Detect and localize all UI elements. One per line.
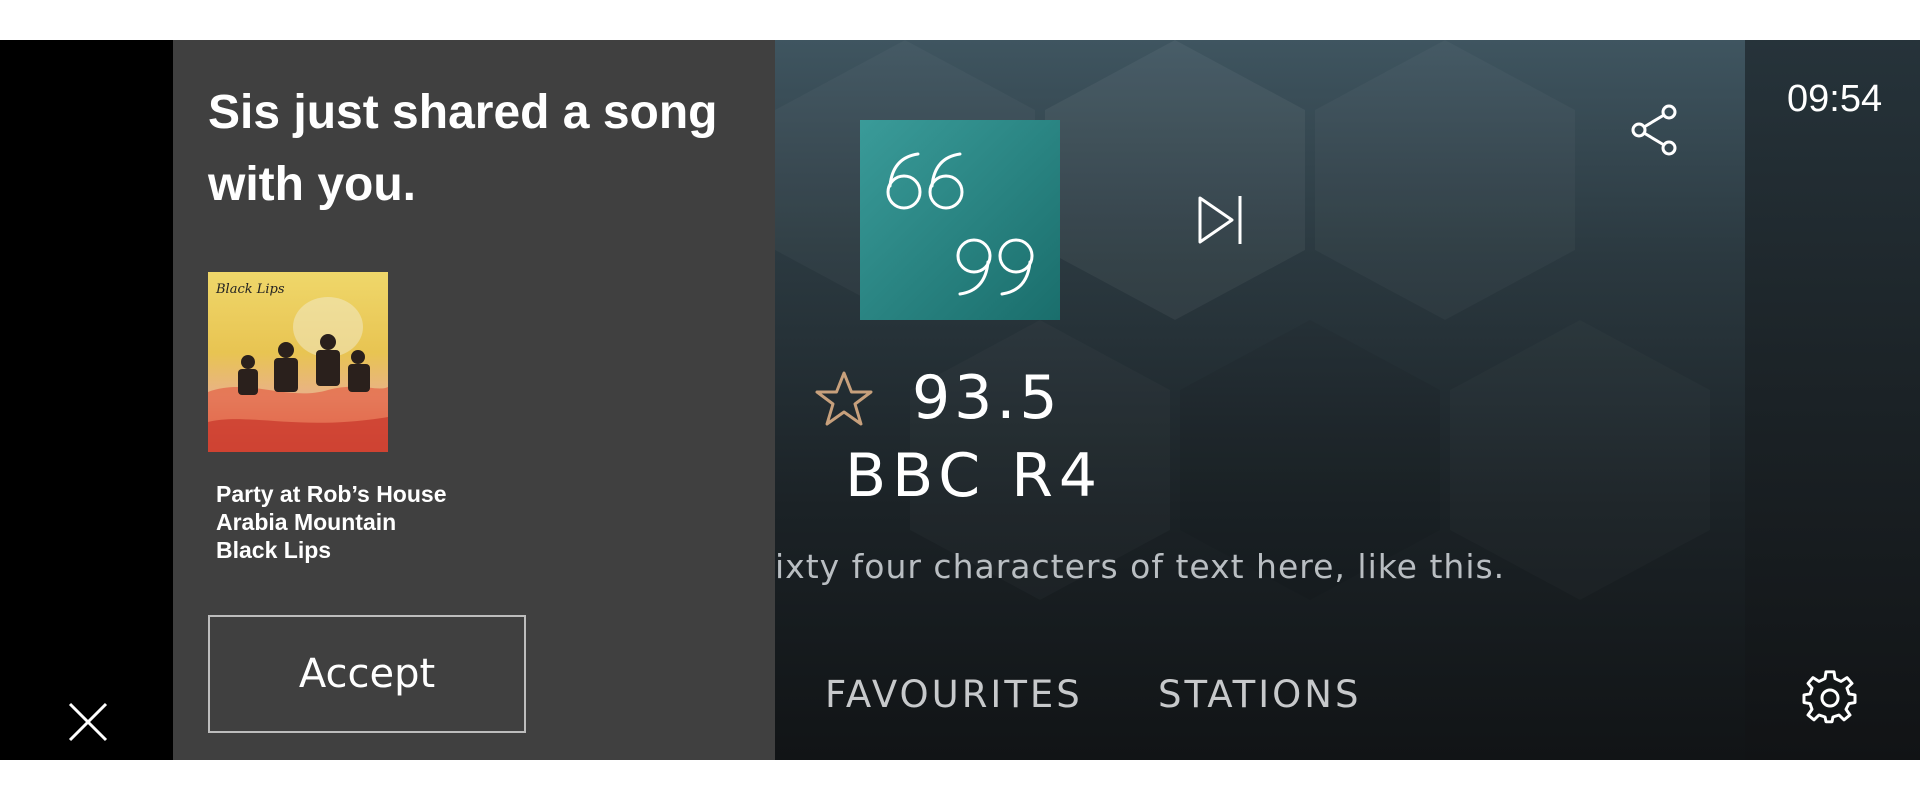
station-logo	[860, 120, 1060, 320]
tab-favourites[interactable]: FAVOURITES	[825, 673, 1083, 717]
gear-icon[interactable]	[1802, 670, 1858, 726]
star-outline-icon[interactable]	[813, 370, 875, 430]
clock: 09:54	[1787, 78, 1883, 120]
close-icon[interactable]	[66, 700, 110, 744]
album-art-image	[208, 272, 388, 452]
quote-icon	[886, 152, 1034, 296]
notification-title: Sis just shared a song with you.	[208, 86, 718, 211]
song-title: Party at Rob’s House	[216, 481, 447, 507]
share-icon[interactable]	[1625, 100, 1685, 160]
frequency: 93.5	[912, 363, 1062, 433]
tab-stations[interactable]: STATIONS	[1158, 673, 1361, 717]
right-status-strip: 09:54	[1745, 40, 1920, 760]
left-strip	[0, 40, 173, 760]
song-info: Party at Rob’s House Arabia Mountain Bla…	[216, 480, 446, 564]
station-name: BBC R4	[845, 441, 1104, 511]
album-art[interactable]: Black Lips	[208, 272, 388, 452]
radio-now-playing: 93.5 BBC R4 ixty four characters of text…	[775, 40, 1745, 760]
share-notification-panel: Sis just shared a song with you. Black L…	[173, 40, 775, 760]
accept-button[interactable]: Accept	[208, 615, 526, 733]
rds-text: ixty four characters of text here, like …	[775, 547, 1506, 586]
album-art-title: Black Lips	[216, 282, 285, 297]
infotainment-screen: 93.5 BBC R4 ixty four characters of text…	[0, 40, 1920, 760]
song-album: Arabia Mountain	[216, 509, 397, 535]
song-artist: Black Lips	[216, 537, 332, 563]
skip-next-icon[interactable]	[1190, 190, 1250, 250]
